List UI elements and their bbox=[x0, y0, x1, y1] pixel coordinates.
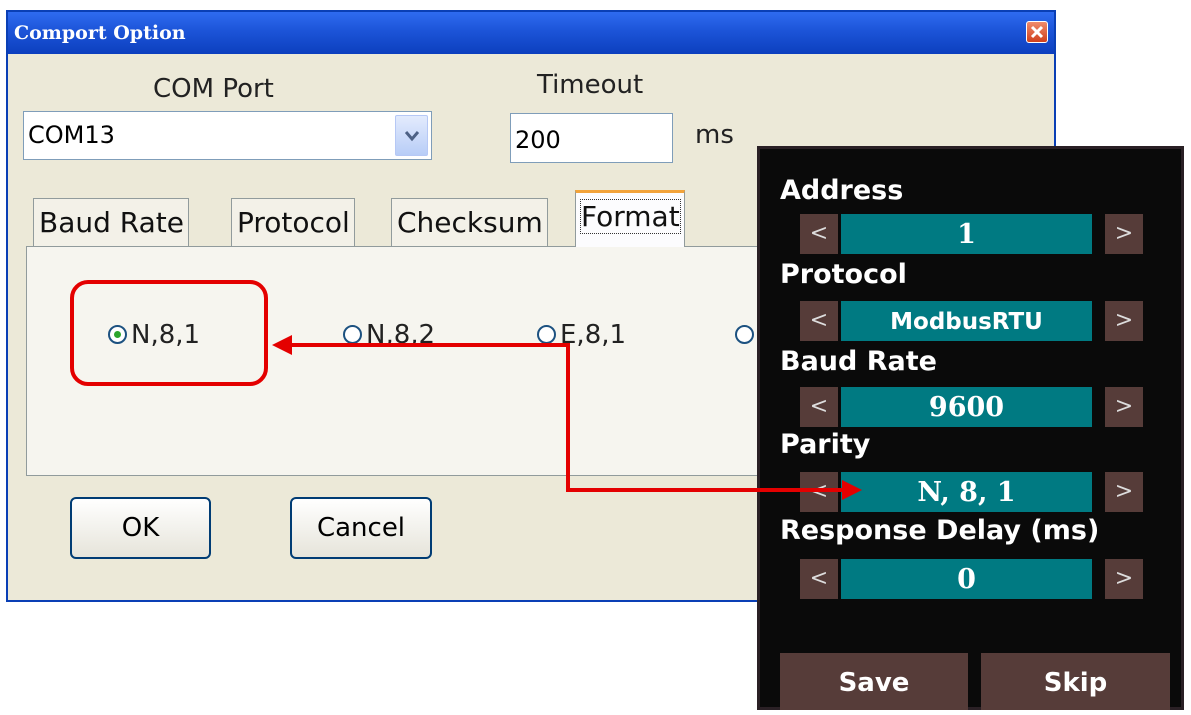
connector-arrow bbox=[272, 335, 862, 500]
arrowhead-left-icon bbox=[272, 335, 292, 355]
arrowhead-right-icon bbox=[842, 480, 862, 500]
